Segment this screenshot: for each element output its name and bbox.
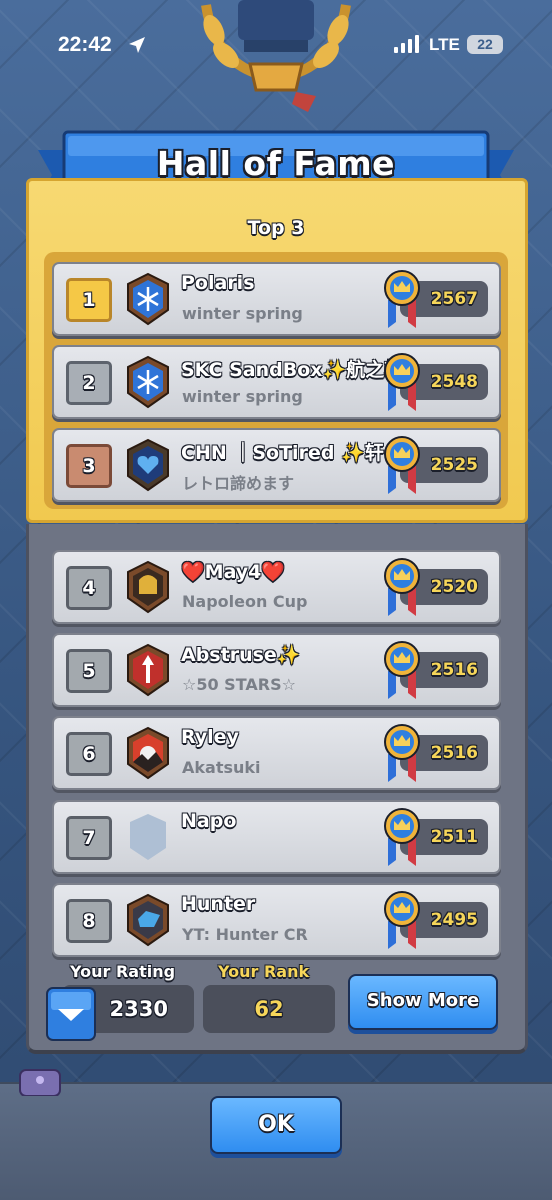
leaderboard-row-1[interactable]: 1 Polaris winter spring 2567	[52, 262, 501, 336]
league-crown-icon	[384, 641, 420, 699]
league-crown-icon	[384, 558, 420, 616]
chest-icon[interactable]	[18, 1066, 62, 1096]
player-name: CHN ｜SoTired ✨轩	[181, 442, 384, 464]
rank-number: 1	[66, 278, 112, 322]
network-type: LTE	[429, 35, 460, 54]
player-name: Ryley	[181, 726, 239, 748]
show-more-button[interactable]: Show More	[348, 974, 498, 1030]
leaderboard-row-2[interactable]: 2 SKC SandBox✨航之輔 winter spring 2548	[52, 345, 501, 419]
signal-bars-icon	[394, 35, 419, 53]
battery-icon: 22	[467, 35, 503, 54]
your-rank-label: Your Rank	[218, 962, 310, 981]
leaderboard-row-6[interactable]: 6 Ryley Akatsuki 2516	[52, 716, 501, 790]
clan-name: レトロ諦めます	[182, 474, 295, 493]
helmet-badge-icon	[127, 560, 169, 614]
rank-number: 5	[66, 649, 112, 693]
your-rating-label: Your Rating	[70, 962, 176, 981]
your-rank-value: 62	[203, 985, 335, 1033]
leaderboard-row-5[interactable]: 5 Abstruse✨ ☆50 STARS☆ 2516	[52, 633, 501, 707]
clan-name: winter spring	[182, 304, 303, 323]
clock: 22:42	[58, 33, 112, 56]
league-crown-icon	[384, 270, 420, 328]
gem-badge-icon	[127, 893, 169, 947]
rank-number: 6	[66, 732, 112, 776]
rank-number: 7	[66, 816, 112, 860]
rank-number: 4	[66, 566, 112, 610]
rank-number: 3	[66, 444, 112, 488]
location-arrow-icon	[129, 37, 145, 53]
player-name: Hunter	[181, 893, 256, 915]
player-name: SKC SandBox✨航之輔	[181, 359, 404, 381]
league-crown-icon	[384, 724, 420, 782]
player-name: Polaris	[181, 272, 255, 294]
player-name: Napo	[181, 810, 237, 832]
ok-button[interactable]: OK	[210, 1096, 342, 1154]
clan-name: Napoleon Cup	[182, 592, 308, 611]
heart-badge-icon	[127, 438, 169, 492]
league-crown-icon	[384, 436, 420, 494]
clan-name: ☆50 STARS☆	[182, 675, 296, 694]
leaderboard-row-4[interactable]: 4 ❤️May4❤️ Napoleon Cup 2520	[52, 550, 501, 624]
leaderboard-row-8[interactable]: 8 Hunter YT: Hunter CR 2495	[52, 883, 501, 957]
league-crown-icon	[384, 891, 420, 949]
clan-name: YT: Hunter CR	[182, 925, 308, 944]
clan-name: Akatsuki	[182, 758, 261, 777]
leaderboard-row-3[interactable]: 3 CHN ｜SoTired ✨轩 レトロ諦めます 2525	[52, 428, 501, 502]
player-name: Abstruse✨	[181, 644, 301, 666]
snowflake-badge-icon	[127, 355, 169, 409]
league-shield-icon	[46, 987, 96, 1041]
clan-name: winter spring	[182, 387, 303, 406]
top3-label: Top 3	[247, 217, 305, 239]
empty-shield-icon	[130, 814, 166, 860]
leaderboard-row-7[interactable]: 7 Napo 2511	[52, 800, 501, 874]
league-crown-icon	[384, 353, 420, 411]
league-crown-icon	[384, 808, 420, 866]
sunset-badge-icon	[127, 726, 169, 780]
player-name: ❤️May4❤️	[181, 561, 286, 583]
trophy-laurel-icon	[201, 0, 351, 112]
rank-number: 2	[66, 361, 112, 405]
snowflake-badge-icon	[127, 272, 169, 326]
arrow-badge-icon	[127, 643, 169, 697]
rank-number: 8	[66, 899, 112, 943]
